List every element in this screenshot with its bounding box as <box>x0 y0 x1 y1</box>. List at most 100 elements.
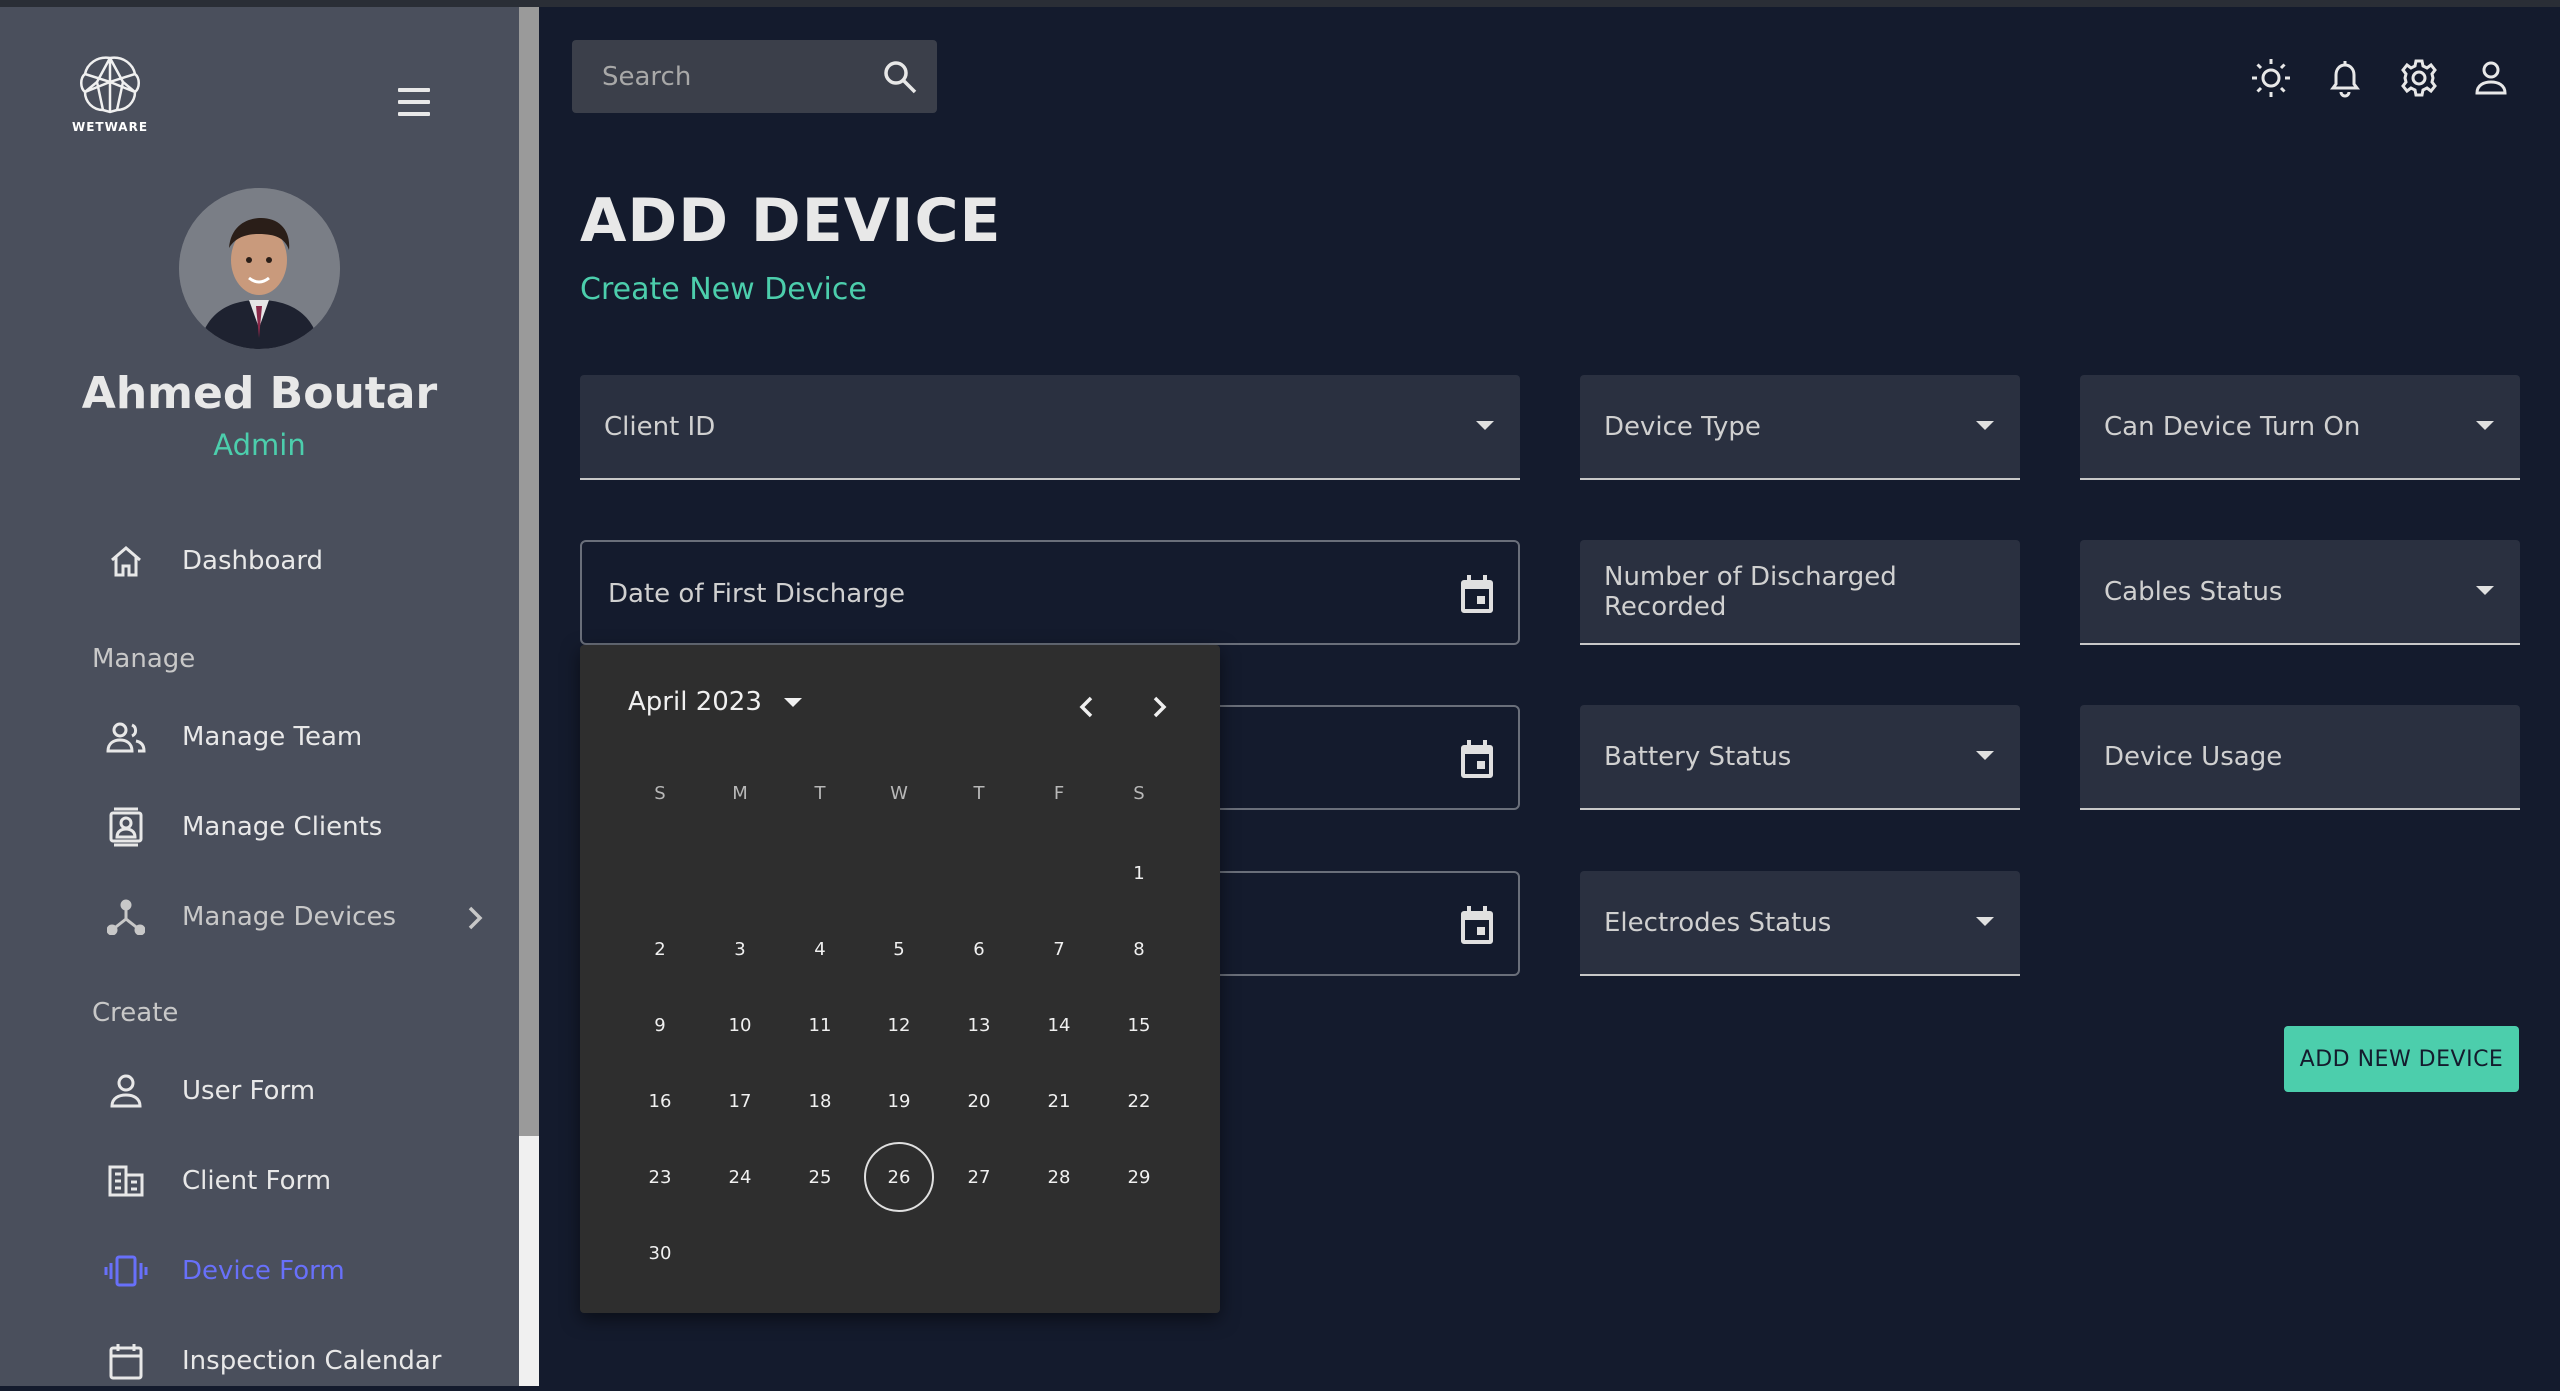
chevron-left-icon[interactable] <box>1066 687 1106 727</box>
weekday-label: S <box>654 783 666 804</box>
calendar-day[interactable]: 8 <box>1104 914 1174 984</box>
device-usage-input[interactable]: Device Usage <box>2080 705 2520 810</box>
page-subtitle: Create New Device <box>580 272 867 307</box>
weekday-label: F <box>1053 783 1065 804</box>
dropdown-arrow-icon <box>1976 421 1994 430</box>
search-input[interactable] <box>602 40 872 113</box>
field-label: Client ID <box>604 411 716 442</box>
calendar-day[interactable]: 4 <box>785 914 855 984</box>
weekday-label: T <box>973 783 985 804</box>
calendar-day[interactable]: 10 <box>705 990 775 1060</box>
sidebar-item-manage-clients[interactable]: Manage Clients <box>100 797 382 857</box>
calendar-day[interactable]: 14 <box>1024 990 1094 1060</box>
home-icon <box>100 535 152 587</box>
calendar-day[interactable]: 11 <box>785 990 855 1060</box>
sidebar-item-manage-devices[interactable]: Manage Devices <box>100 887 396 947</box>
caret-down-icon <box>783 697 802 707</box>
contacts-icon <box>100 801 152 853</box>
month-year-selector[interactable]: April 2023 <box>628 687 802 717</box>
avatar <box>179 188 340 349</box>
calendar-day[interactable]: 22 <box>1104 1066 1174 1136</box>
calendar-day[interactable]: 29 <box>1104 1142 1174 1212</box>
num-discharged-input[interactable]: Number of Discharged Recorded <box>1580 540 2020 645</box>
calendar-day[interactable]: 9 <box>625 990 695 1060</box>
client-id-select[interactable]: Client ID <box>580 375 1520 480</box>
calendar-day[interactable]: 20 <box>944 1066 1014 1136</box>
calendar-day[interactable]: 6 <box>944 914 1014 984</box>
calendar-day[interactable]: 30 <box>625 1218 695 1288</box>
sidebar-scrollbar-thumb[interactable] <box>519 1136 539 1386</box>
sidebar-item-device-form[interactable]: Device Form <box>100 1241 345 1301</box>
sidebar-item-label: Client Form <box>182 1166 332 1196</box>
calendar-picker-icon[interactable] <box>1458 739 1496 779</box>
chevron-right-icon[interactable] <box>1140 687 1180 727</box>
device-type-select[interactable]: Device Type <box>1580 375 2020 480</box>
person-icon <box>100 1065 152 1117</box>
weekday-label: M <box>732 783 748 804</box>
cables-status-select[interactable]: Cables Status <box>2080 540 2520 645</box>
page-title: ADD DEVICE <box>580 186 1002 256</box>
calendar-picker-icon[interactable] <box>1458 574 1496 614</box>
people-icon <box>100 711 152 763</box>
field-label: Number of Discharged Recorded <box>1604 561 1897 622</box>
brand-name: WETWARE <box>71 120 149 134</box>
calendar-day[interactable]: 1 <box>1104 838 1174 908</box>
dropdown-arrow-icon <box>2476 421 2494 430</box>
sidebar-section-manage: Manage <box>92 644 196 674</box>
calendar-day[interactable]: 25 <box>785 1142 855 1212</box>
calendar-day[interactable]: 28 <box>1024 1142 1094 1212</box>
calendar-day[interactable]: 13 <box>944 990 1014 1060</box>
calendar-picker-icon[interactable] <box>1458 905 1496 945</box>
field-label: Device Usage <box>2104 741 2283 772</box>
sidebar-item-dashboard[interactable]: Dashboard <box>100 531 323 591</box>
sidebar-item-label: Manage Clients <box>182 812 383 842</box>
field-label: Date of First Discharge <box>608 578 905 609</box>
sidebar-item-manage-team[interactable]: Manage Team <box>100 707 362 767</box>
sidebar-item-label: Dashboard <box>182 546 324 576</box>
calendar-day[interactable]: 3 <box>705 914 775 984</box>
sidebar-item-label: Manage Team <box>182 722 363 752</box>
building-icon <box>100 1155 152 1207</box>
calendar-day[interactable]: 23 <box>625 1142 695 1212</box>
calendar-day[interactable]: 17 <box>705 1066 775 1136</box>
calendar-day[interactable]: 15 <box>1104 990 1174 1060</box>
dropdown-arrow-icon <box>1976 751 1994 760</box>
chevron-right-icon[interactable] <box>466 905 484 935</box>
add-new-device-button[interactable]: ADD NEW DEVICE <box>2284 1026 2519 1092</box>
sidebar-item-label: Device Form <box>182 1256 345 1286</box>
field-label: Battery Status <box>1604 741 1792 772</box>
calendar-day[interactable]: 18 <box>785 1066 855 1136</box>
notifications-icon[interactable] <box>2323 56 2367 100</box>
electrodes-status-select[interactable]: Electrodes Status <box>1580 871 2020 976</box>
calendar-day[interactable]: 27 <box>944 1142 1014 1212</box>
dropdown-arrow-icon <box>2476 586 2494 595</box>
calendar-day[interactable]: 5 <box>864 914 934 984</box>
brand-logo: WETWARE <box>72 52 148 142</box>
calendar-day[interactable]: 19 <box>864 1066 934 1136</box>
menu-toggle-icon[interactable] <box>394 84 434 120</box>
calendar-icon <box>100 1335 152 1387</box>
calendar-day[interactable]: 12 <box>864 990 934 1060</box>
calendar-day[interactable]: 16 <box>625 1066 695 1136</box>
calendar-day[interactable]: 2 <box>625 914 695 984</box>
battery-status-select[interactable]: Battery Status <box>1580 705 2020 810</box>
calendar-day[interactable]: 24 <box>705 1142 775 1212</box>
calendar-day[interactable]: 21 <box>1024 1066 1094 1136</box>
light-mode-icon[interactable] <box>2249 56 2293 100</box>
settings-gear-icon[interactable] <box>2397 56 2441 100</box>
calendar-day-today[interactable]: 26 <box>864 1142 934 1212</box>
user-name: Ahmed Boutar <box>81 368 438 419</box>
hub-icon <box>100 891 152 943</box>
weekday-label: T <box>814 783 826 804</box>
calendar-day[interactable]: 7 <box>1024 914 1094 984</box>
profile-icon[interactable] <box>2469 56 2513 100</box>
sidebar-item-user-form[interactable]: User Form <box>100 1061 315 1121</box>
dropdown-arrow-icon <box>1976 917 1994 926</box>
vibration-icon <box>100 1245 152 1297</box>
sidebar-item-inspection-calendar[interactable]: Inspection Calendar <box>100 1331 441 1391</box>
sidebar-item-client-form[interactable]: Client Form <box>100 1151 331 1211</box>
date-first-discharge-field[interactable]: Date of First Discharge <box>580 540 1520 645</box>
sidebar-item-label: Inspection Calendar <box>182 1346 442 1376</box>
can-turn-on-select[interactable]: Can Device Turn On <box>2080 375 2520 480</box>
search-icon[interactable] <box>881 58 919 96</box>
